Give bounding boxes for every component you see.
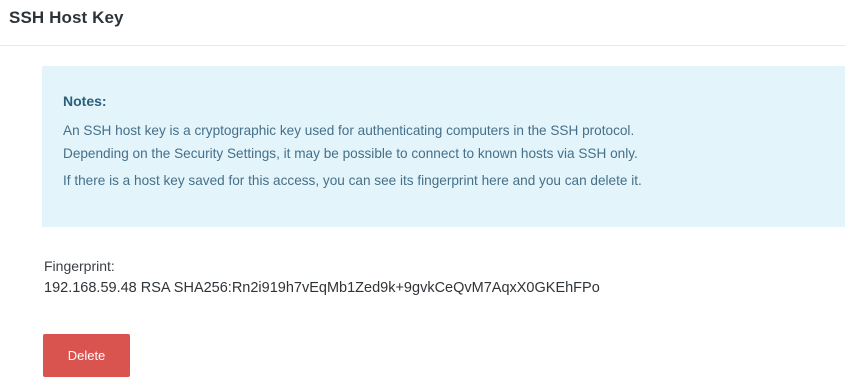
fingerprint-value: 192.168.59.48 RSA SHA256:Rn2i919h7vEqMb1…	[44, 280, 600, 296]
notes-line-3: If there is a host key saved for this ac…	[63, 173, 642, 188]
fingerprint-label: Fingerprint:	[44, 258, 115, 274]
delete-button[interactable]: Delete	[43, 334, 130, 377]
section-header: SSH Host Key	[0, 0, 845, 46]
notes-title: Notes:	[63, 93, 107, 109]
notes-line-2: Depending on the Security Settings, it m…	[63, 146, 638, 161]
ssh-host-key-page: SSH Host Key Notes: An SSH host key is a…	[0, 0, 845, 377]
section-title: SSH Host Key	[9, 8, 124, 27]
notes-line-1: An SSH host key is a cryptographic key u…	[63, 123, 635, 138]
notes-box: Notes: An SSH host key is a cryptographi…	[42, 66, 845, 227]
